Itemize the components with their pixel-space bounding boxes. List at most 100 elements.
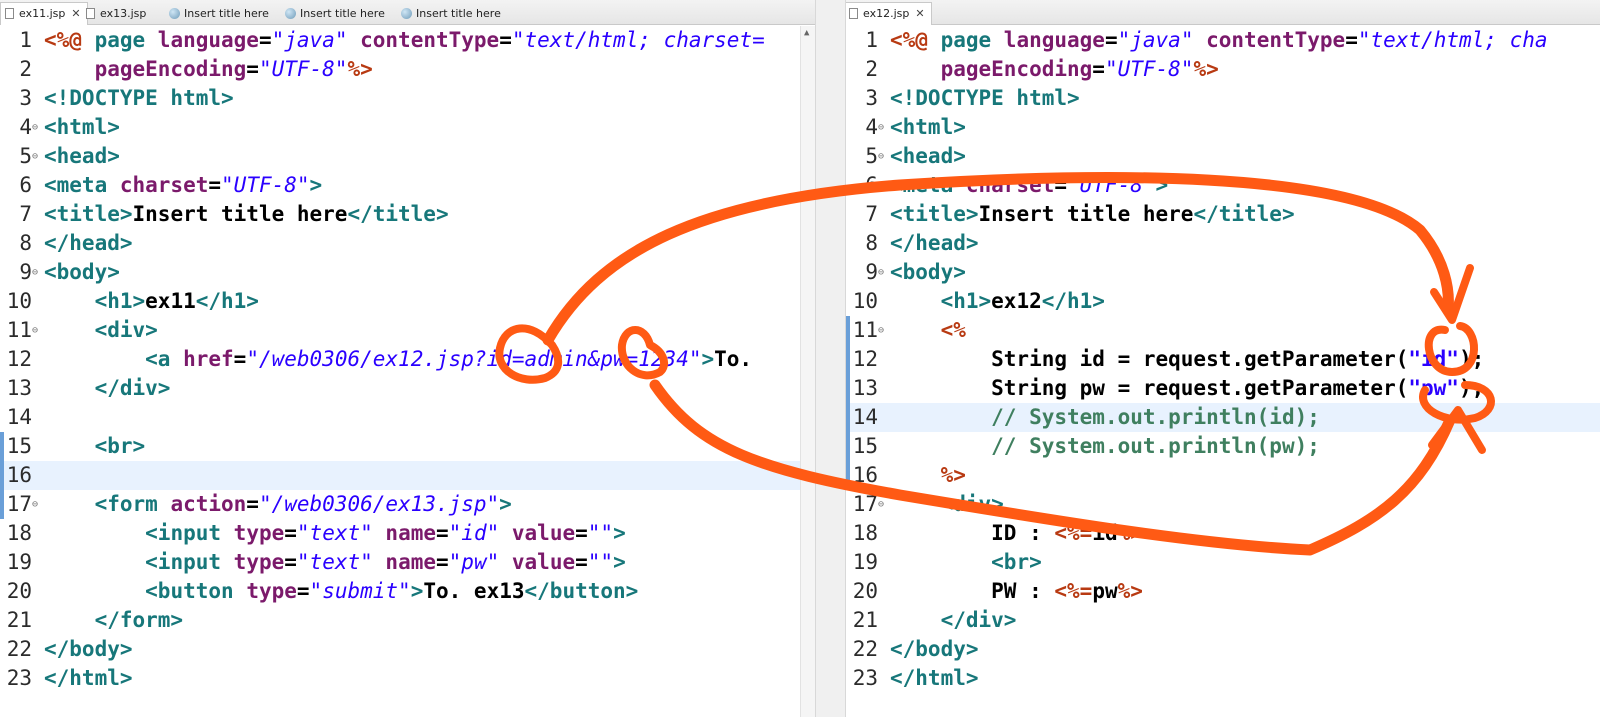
code-token: <head>	[890, 144, 966, 168]
line-text: <head>	[890, 142, 966, 171]
line-text: <title>Insert title here</title>	[890, 200, 1295, 229]
code-line[interactable]: 17 ⊖ <form action="/web0306/ex13.jsp">	[0, 490, 815, 519]
editor-tab[interactable]: ex11.jsp ✕	[0, 2, 88, 25]
code-line[interactable]: 7 <title>Insert title here</title>	[0, 200, 815, 229]
code-line[interactable]: 12 String id = request.getParameter("id"…	[846, 345, 1600, 374]
code-line[interactable]: 21 </form>	[0, 606, 815, 635]
code-token: >	[1155, 173, 1169, 197]
fold-toggle-icon[interactable]: ⊖	[878, 316, 884, 345]
code-line[interactable]: 22 </body>	[846, 635, 1600, 664]
code-token: "java"	[271, 28, 348, 52]
editor-tab[interactable]: Insert title here	[166, 3, 275, 24]
line-number: 13	[852, 376, 878, 400]
code-line[interactable]: 15 // System.out.println(pw);	[846, 432, 1600, 461]
right-code-area[interactable]: 1 <%@ page language="java" contentType="t…	[846, 26, 1600, 717]
code-token: <title>	[890, 202, 979, 226]
code-line[interactable]: 10 <h1>ex12</h1>	[846, 287, 1600, 316]
code-token: language	[157, 28, 259, 52]
fold-toggle-icon[interactable]: ⊖	[32, 258, 38, 287]
code-line[interactable]: 14 // System.out.println(id);	[846, 403, 1600, 432]
code-line[interactable]: 11 ⊖ <div>	[0, 316, 815, 345]
code-line[interactable]: 18 ID : <%=id%>	[846, 519, 1600, 548]
line-text: String id = request.getParameter("id");	[890, 345, 1484, 374]
code-token: %>	[1117, 579, 1143, 603]
code-token: <br>	[94, 434, 146, 458]
code-line[interactable]: 8 </head>	[846, 229, 1600, 258]
code-line[interactable]: 18 <input type="text" name="id" value=""…	[0, 519, 815, 548]
code-line[interactable]: 2 pageEncoding="UTF-8"%>	[846, 55, 1600, 84]
code-line[interactable]: 19 <br>	[846, 548, 1600, 577]
fold-toggle-icon[interactable]: ⊖	[878, 490, 884, 519]
code-line[interactable]: 22 </body>	[0, 635, 815, 664]
close-tab-icon[interactable]: ✕	[915, 7, 924, 20]
code-line[interactable]: 10 <h1>ex11</h1>	[0, 287, 815, 316]
code-token: charset	[119, 173, 209, 197]
code-line[interactable]: 19 <input type="text" name="pw" value=""…	[0, 548, 815, 577]
code-token: "text/html; charset=	[511, 28, 765, 52]
line-text: <br>	[890, 548, 1042, 577]
fold-toggle-icon[interactable]: ⊖	[878, 113, 884, 142]
code-line[interactable]: 23 </html>	[0, 664, 815, 693]
line-text: <!DOCTYPE html>	[890, 84, 1080, 113]
code-token: <%@	[890, 28, 941, 52]
close-tab-icon[interactable]: ✕	[71, 7, 80, 20]
line-text: <%@ page language="java" contentType="te…	[44, 26, 765, 55]
editor-tab[interactable]: Insert title here	[398, 3, 507, 24]
code-line[interactable]: 23 </html>	[846, 664, 1600, 693]
line-number: 22	[6, 637, 32, 661]
code-token: <a	[145, 347, 184, 371]
code-line[interactable]: 11 ⊖ <%	[846, 316, 1600, 345]
code-line[interactable]: 16	[0, 461, 815, 490]
code-line[interactable]: 20 <button type="submit">To. ex13</butto…	[0, 577, 815, 606]
left-vertical-scrollbar[interactable]: ▲	[800, 26, 815, 717]
code-line[interactable]: 8 </head>	[0, 229, 815, 258]
fold-toggle-icon[interactable]: ⊖	[878, 142, 884, 171]
editor-splitter[interactable]	[815, 0, 846, 717]
code-line[interactable]: 7 <title>Insert title here</title>	[846, 200, 1600, 229]
fold-toggle-icon[interactable]: ⊖	[878, 258, 884, 287]
code-token: =	[284, 521, 297, 545]
code-line[interactable]: 6 <meta charset="UTF-8">	[846, 171, 1600, 200]
code-line[interactable]: 14	[0, 403, 815, 432]
scroll-up-icon[interactable]: ▲	[804, 28, 809, 38]
code-line[interactable]: 17 ⊖ <div>	[846, 490, 1600, 519]
code-line[interactable]: 20 PW : <%=pw%>	[846, 577, 1600, 606]
code-token: >	[613, 521, 626, 545]
code-line[interactable]: 5 ⊖ <head>	[846, 142, 1600, 171]
code-token: =	[1092, 57, 1105, 81]
left-code-area[interactable]: 1 <%@ page language="java" contentType="t…	[0, 26, 815, 717]
code-line[interactable]: 15 <br>	[0, 432, 815, 461]
code-line[interactable]: 13 </div>	[0, 374, 815, 403]
code-line[interactable]: 2 pageEncoding="UTF-8"%>	[0, 55, 815, 84]
line-number: 4	[19, 115, 32, 139]
code-token: </body>	[44, 637, 133, 661]
code-line[interactable]: 4 ⊖ <html>	[846, 113, 1600, 142]
line-text: pageEncoding="UTF-8"%>	[44, 55, 373, 84]
editor-tab[interactable]: ex12.jsp ✕	[846, 2, 932, 25]
editor-tab[interactable]: Insert title here	[282, 3, 391, 24]
line-text: </html>	[890, 664, 979, 693]
code-line[interactable]: 1 <%@ page language="java" contentType="t…	[846, 26, 1600, 55]
line-number: 11	[852, 318, 878, 342]
code-line[interactable]: 12 <a href="/web0306/ex12.jsp?id=admin&p…	[0, 345, 815, 374]
code-line[interactable]: 5 ⊖ <head>	[0, 142, 815, 171]
fold-toggle-icon[interactable]: ⊖	[32, 142, 38, 171]
fold-toggle-icon[interactable]: ⊖	[32, 113, 38, 142]
fold-toggle-icon[interactable]: ⊖	[32, 490, 38, 519]
code-line[interactable]: 16 %>	[846, 461, 1600, 490]
code-line[interactable]: 13 String pw = request.getParameter("pw"…	[846, 374, 1600, 403]
code-line[interactable]: 9 ⊖ <body>	[0, 258, 815, 287]
line-text: <meta charset="UTF-8">	[890, 171, 1168, 200]
code-line[interactable]: 3 <!DOCTYPE html>	[0, 84, 815, 113]
code-line[interactable]: 21 </div>	[846, 606, 1600, 635]
code-line[interactable]: 1 <%@ page language="java" contentType="t…	[0, 26, 815, 55]
fold-toggle-icon[interactable]: ⊖	[32, 316, 38, 345]
code-line[interactable]: 4 ⊖ <html>	[0, 113, 815, 142]
code-line[interactable]: 6 <meta charset="UTF-8">	[0, 171, 815, 200]
editor-tab[interactable]: ex13.jsp	[82, 3, 152, 24]
code-token: <body>	[890, 260, 966, 284]
code-line[interactable]: 9 ⊖ <body>	[846, 258, 1600, 287]
code-line[interactable]: 3 <!DOCTYPE html>	[846, 84, 1600, 113]
